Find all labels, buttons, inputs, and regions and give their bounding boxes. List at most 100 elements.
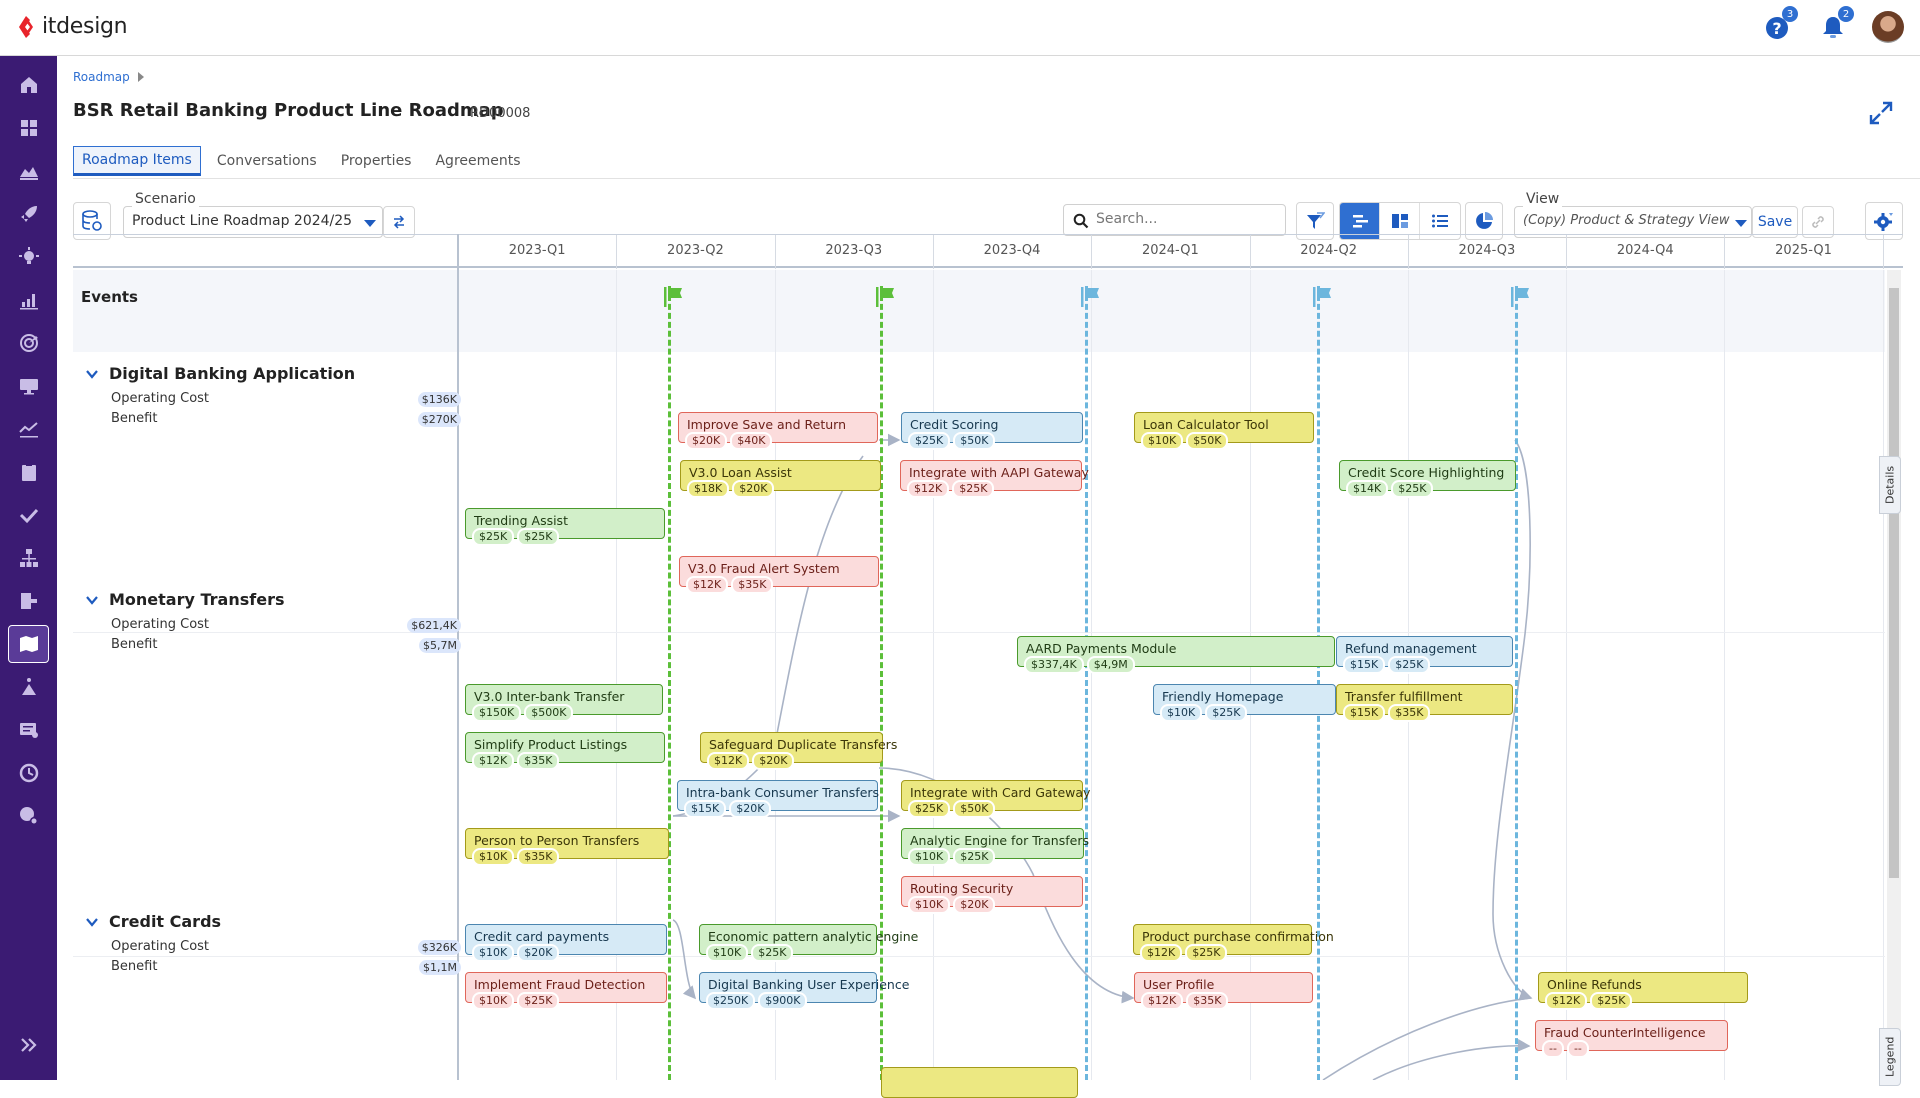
tab-conversations[interactable]: Conversations bbox=[209, 146, 325, 176]
sidebar-roadmap[interactable] bbox=[8, 625, 49, 663]
roadmap-item-card[interactable]: Credit card payments $10K $20K bbox=[465, 924, 667, 962]
roadmap-item-card[interactable]: V3.0 Fraud Alert System $12K $35K bbox=[679, 556, 879, 594]
event-flag-icon[interactable] bbox=[1312, 286, 1332, 308]
scrollbar-thumb[interactable] bbox=[1889, 288, 1899, 878]
sidebar-trends[interactable] bbox=[8, 410, 49, 448]
cost-pill: $25K bbox=[908, 800, 951, 818]
roadmap-item-card[interactable]: User Profile $12K $35K bbox=[1134, 972, 1313, 1010]
roadmap-item-card[interactable]: Fraud CounterIntelligence -- -- bbox=[1535, 1020, 1728, 1058]
tab-properties[interactable]: Properties bbox=[333, 146, 420, 176]
tab-agreements[interactable]: Agreements bbox=[427, 146, 528, 176]
roadmap-item-card[interactable]: Implement Fraud Detection $10K $25K bbox=[465, 972, 667, 1010]
roadmap-item-card[interactable]: Person to Person Transfers $10K $35K bbox=[465, 828, 669, 866]
benefit-pill: $25K bbox=[1388, 656, 1431, 674]
filter-icon bbox=[1307, 212, 1325, 229]
roadmap-item-card[interactable]: Refund management $15K $25K bbox=[1336, 636, 1513, 674]
sidebar-clipboard[interactable] bbox=[8, 453, 49, 491]
roadmap-item-card[interactable] bbox=[881, 1067, 1078, 1098]
roadmap-item-card[interactable]: AARD Payments Module $337,4K $4,9M bbox=[1017, 636, 1335, 674]
roadmap-item-card[interactable]: V3.0 Inter-bank Transfer $150K $500K bbox=[465, 684, 663, 722]
quarter-divider bbox=[616, 235, 618, 269]
quarter-divider bbox=[932, 235, 934, 269]
sidebar-tasks[interactable] bbox=[8, 496, 49, 534]
group-credit-cards[interactable]: Credit Cards bbox=[85, 912, 221, 931]
roadmap-item-card[interactable]: Integrate with AAPI Gateway $12K $25K bbox=[900, 460, 1089, 498]
roadmap-item-card[interactable]: Loan Calculator Tool $10K $50K bbox=[1134, 412, 1314, 450]
event-flag-icon[interactable] bbox=[1510, 286, 1530, 308]
sidebar-hierarchy[interactable] bbox=[8, 539, 49, 577]
sidebar-analytics[interactable] bbox=[8, 281, 49, 319]
quarter-label: 2023-Q1 bbox=[508, 243, 566, 258]
sidebar-reports[interactable] bbox=[8, 711, 49, 749]
roadmap-item-card[interactable]: Analytic Engine for Transfers $10K $25K bbox=[901, 828, 1089, 866]
roadmap-item-title: Simplify Product Listings bbox=[474, 737, 628, 752]
roadmap-item-title: AARD Payments Module bbox=[1026, 641, 1177, 656]
sidebar-ideas[interactable] bbox=[8, 238, 49, 276]
sidebar-presentation[interactable] bbox=[8, 367, 49, 405]
roadmap-item-card[interactable]: Intra-bank Consumer Transfers $15K $20K bbox=[677, 780, 879, 818]
search-input[interactable] bbox=[1096, 211, 1276, 227]
logo[interactable]: itdesign bbox=[16, 14, 128, 39]
quarter-divider bbox=[1566, 235, 1568, 269]
lightbulb-icon bbox=[18, 247, 39, 264]
fullscreen-icon[interactable] bbox=[1868, 100, 1894, 126]
event-line bbox=[1515, 286, 1518, 1080]
sidebar-home[interactable] bbox=[8, 66, 49, 104]
roadmap-item-card[interactable]: Trending Assist $25K $25K bbox=[465, 508, 665, 546]
user-avatar[interactable] bbox=[1872, 11, 1904, 43]
help-button[interactable]: ? 3 bbox=[1760, 6, 1798, 44]
sidebar-admin[interactable] bbox=[8, 797, 49, 835]
vertical-scrollbar[interactable] bbox=[1887, 270, 1901, 1080]
roadmap-item-card[interactable]: Product purchase confirmation $12K $25K bbox=[1133, 924, 1334, 962]
roadmap-item-card[interactable]: Online Refunds $12K $25K bbox=[1538, 972, 1748, 1010]
tab-roadmap-items[interactable]: Roadmap Items bbox=[73, 146, 201, 176]
benefit-pill: $50K bbox=[1186, 432, 1229, 450]
roadmap-item-card[interactable]: Simplify Product Listings $12K $35K bbox=[465, 732, 665, 770]
notifications-button[interactable]: 2 bbox=[1816, 6, 1854, 44]
benefit-label: Benefit bbox=[111, 959, 158, 974]
roadmap-item-card[interactable]: Integrate with Card Gateway $25K $50K bbox=[901, 780, 1090, 818]
roadmap-item-title: Credit Scoring bbox=[910, 417, 999, 432]
roadmap-item-card[interactable]: V3.0 Loan Assist $18K $20K bbox=[680, 460, 881, 498]
sidebar-structure[interactable] bbox=[8, 668, 49, 706]
roadmap-item-card[interactable]: Friendly Homepage $10K $25K bbox=[1153, 684, 1336, 722]
event-flag-icon[interactable] bbox=[875, 286, 895, 308]
event-flag-icon[interactable] bbox=[663, 286, 683, 308]
roadmap-item-card[interactable]: Digital Banking User Experience $250K $900… bbox=[699, 972, 909, 1010]
event-flag-icon[interactable] bbox=[1080, 286, 1100, 308]
sidebar-goals[interactable] bbox=[8, 324, 49, 362]
roadmap-item-card[interactable]: Credit Score Highlighting $14K $25K bbox=[1339, 460, 1516, 498]
roadmap-item-title: Economic pattern analytic engine bbox=[708, 929, 919, 944]
roadmap-item-card[interactable]: Economic pattern analytic engine $10K $25K bbox=[699, 924, 918, 962]
gear-icon bbox=[1874, 213, 1893, 231]
scenario-value: Product Line Roadmap 2024/25 bbox=[132, 213, 353, 229]
roadmap-item-card[interactable]: Safeguard Duplicate Transfers $12K $20K bbox=[700, 732, 897, 770]
cost-pill: $25K bbox=[472, 528, 515, 546]
roadmap-item-title: V3.0 Loan Assist bbox=[689, 465, 792, 480]
roadmap-item-card[interactable]: Routing Security $10K $20K bbox=[901, 876, 1083, 914]
sidebar-landscape[interactable] bbox=[8, 152, 49, 190]
view-label: View bbox=[1523, 191, 1563, 207]
group-digital-banking[interactable]: Digital Banking Application bbox=[85, 364, 355, 383]
dashboard-icon bbox=[20, 120, 37, 136]
roadmap-item-title: Transfer fulfillment bbox=[1345, 689, 1463, 704]
sidebar-process[interactable] bbox=[8, 582, 49, 620]
benefit-pill: $50K bbox=[953, 800, 996, 818]
details-panel-tab[interactable]: Details bbox=[1879, 456, 1901, 514]
breadcrumb-roadmap[interactable]: Roadmap bbox=[73, 70, 130, 84]
group-monetary-transfers[interactable]: Monetary Transfers bbox=[85, 590, 284, 609]
roadmap-item-title: Person to Person Transfers bbox=[474, 833, 640, 848]
quarter-gridline bbox=[1724, 270, 1726, 1080]
legend-panel-tab[interactable]: Legend bbox=[1879, 1028, 1901, 1086]
report-icon bbox=[19, 723, 38, 738]
roadmap-item-title: Trending Assist bbox=[474, 513, 568, 528]
search-field[interactable] bbox=[1063, 204, 1286, 236]
sidebar-expand[interactable] bbox=[8, 1026, 49, 1064]
roadmap-item-card[interactable]: Credit Scoring $25K $50K bbox=[901, 412, 1083, 450]
roadmap-item-card[interactable]: Transfer fulfillment $15K $35K bbox=[1336, 684, 1513, 722]
sidebar-history[interactable] bbox=[8, 754, 49, 792]
roadmap-item-card[interactable]: Improve Save and Return $20K $40K bbox=[678, 412, 878, 450]
sidebar-launch[interactable] bbox=[8, 195, 49, 233]
quarter-divider bbox=[774, 235, 776, 269]
sidebar-dashboard[interactable] bbox=[8, 109, 49, 147]
